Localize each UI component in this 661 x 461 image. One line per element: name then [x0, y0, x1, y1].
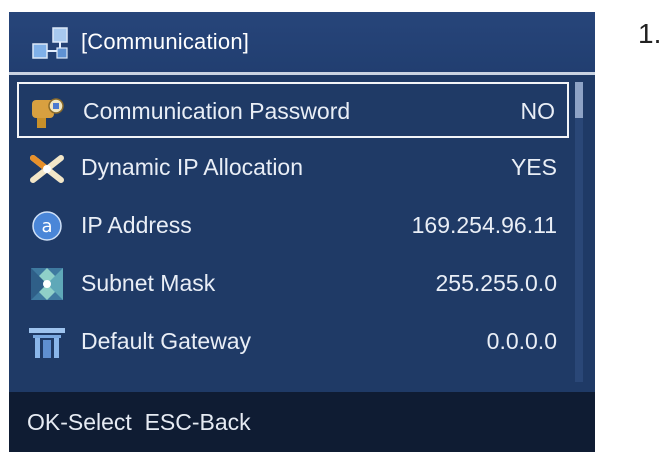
menu-item-communication-password[interactable]: Communication Password NO	[17, 82, 569, 138]
menu-item-label: IP Address	[81, 212, 192, 238]
menu-item-dynamic-ip-allocation[interactable]: Dynamic IP Allocation YES	[17, 140, 569, 196]
menu-item-value: 0.0.0.0	[486, 328, 557, 354]
menu-item-label: Communication Password	[83, 98, 351, 124]
footer-bar: OK-Select ESC-Back	[9, 392, 595, 452]
scrollbar[interactable]	[575, 82, 583, 382]
menu-item-label: Dynamic IP Allocation	[81, 154, 304, 180]
menu-item-subnet-mask[interactable]: Subnet Mask 255.255.0.0	[17, 256, 569, 312]
menu-item-value: YES	[510, 154, 557, 180]
menu-item-default-gateway[interactable]: Default Gateway 0.0.0.0	[17, 314, 569, 370]
menu-item-value: 255.255.0.0	[435, 270, 557, 296]
menu-item-label: Default Gateway	[81, 328, 252, 354]
gateway-icon	[29, 328, 65, 358]
key-hint: OK-Select ESC-Back	[27, 409, 251, 435]
menu-item-label: Subnet Mask	[81, 270, 216, 296]
subnet-mask-icon	[31, 268, 63, 300]
menu-item-value: 169.254.96.11	[411, 212, 557, 238]
communication-menu: Communication Password NO Dynamic IP All…	[9, 82, 575, 402]
svg-text:a: a	[41, 216, 52, 237]
network-icon	[32, 27, 68, 59]
menu-item-value: NO	[520, 98, 556, 124]
page-title: [Communication]	[81, 29, 250, 54]
title-bar: [Communication]	[9, 12, 595, 74]
menu-item-ip-address[interactable]: a IP Address 169.254.96.11	[17, 198, 569, 254]
key-icon	[32, 98, 64, 128]
dhcp-icon	[30, 155, 64, 183]
device-screen: [Communication] Communication Password N…	[9, 12, 595, 452]
ip-address-icon: a	[32, 211, 62, 241]
scrollbar-thumb[interactable]	[575, 82, 583, 118]
step-number: 1.	[638, 18, 661, 49]
title-divider	[9, 72, 595, 75]
